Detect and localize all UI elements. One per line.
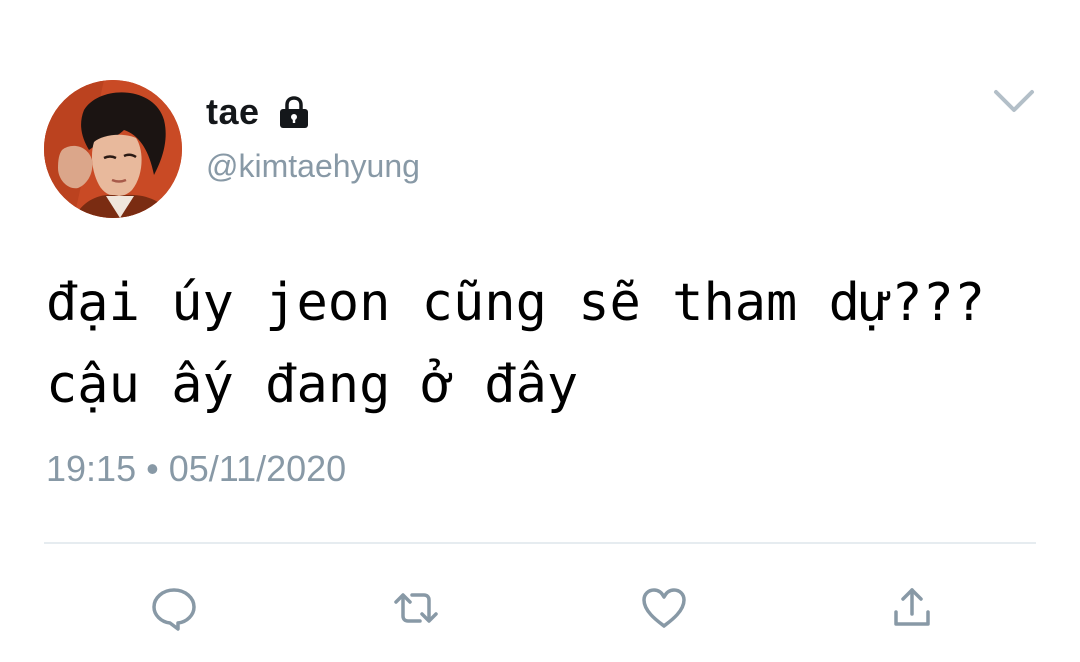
timestamp[interactable]: 19:15 • 05/11/2020 [46,448,346,490]
display-name-row: tae [206,88,312,136]
tweet-date: 05/11/2020 [168,448,347,489]
retweet-icon [394,593,438,623]
avatar[interactable] [44,80,182,218]
tweet-card: tae @kimtaehyung đại úy jeon cũng sẽ tha… [0,0,1080,662]
timestamp-separator: • [146,448,159,489]
reply-icon [152,588,196,631]
lock-icon [276,94,312,130]
chevron-down-icon[interactable] [992,86,1036,116]
tweet-text-line: cậu ấy đang ở đây [46,355,579,415]
reply-button[interactable] [148,582,200,634]
share-button[interactable] [886,582,938,634]
like-icon [642,588,686,628]
share-icon [894,588,930,626]
tweet-text-line: đại úy jeon cũng sẽ tham dự??? [46,273,986,333]
display-name[interactable]: tae [206,91,260,133]
tweet-time: 19:15 [46,448,137,489]
profile-photo [44,80,182,218]
divider [44,542,1036,544]
user-handle[interactable]: @kimtaehyung [206,148,420,185]
like-button[interactable] [638,582,690,634]
retweet-button[interactable] [390,582,442,634]
tweet-text: đại úy jeon cũng sẽ tham dự??? cậu ấy đa… [46,262,1056,426]
